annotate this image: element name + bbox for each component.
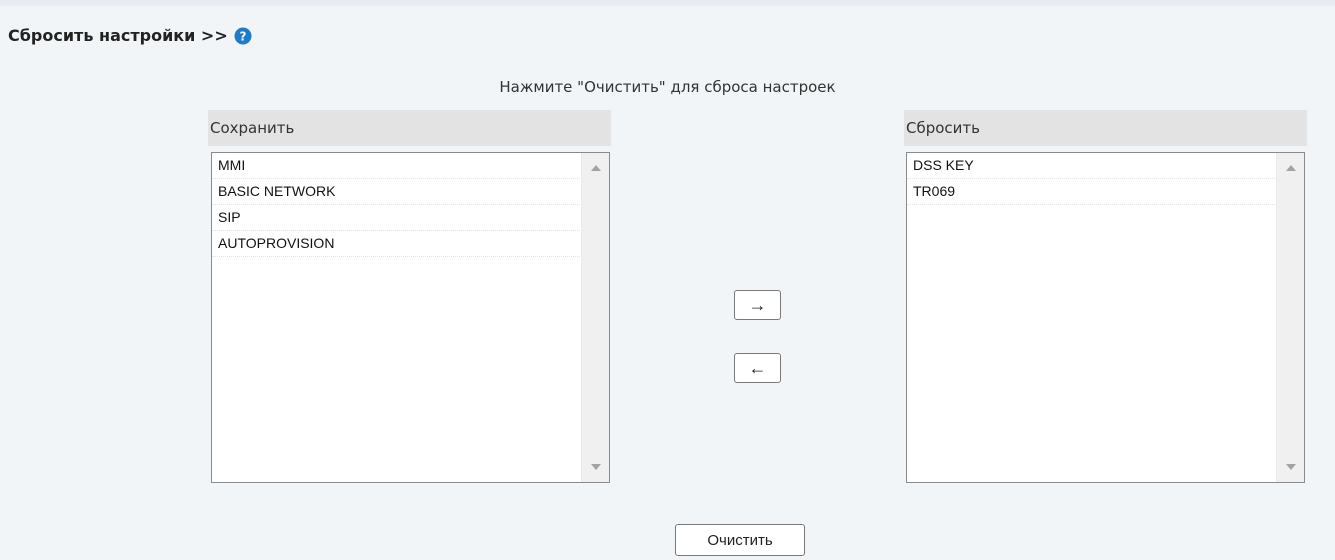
scroll-up-icon[interactable] (1285, 165, 1296, 171)
keep-list-item-basic-network[interactable]: BASIC NETWORK (212, 179, 590, 205)
reset-list-scrollbar[interactable] (1276, 153, 1304, 482)
keep-list-item-autoprovision[interactable]: AUTOPROVISION (212, 231, 590, 257)
keep-list-items: MMI BASIC NETWORK SIP AUTOPROVISION (212, 153, 590, 257)
keep-list-header: Сохранить (208, 110, 611, 146)
reset-list-item-dss-key[interactable]: DSS KEY (907, 153, 1285, 179)
svg-text:?: ? (239, 29, 246, 43)
clear-button[interactable]: Очистить (675, 524, 805, 556)
reset-settings-panel: Сбросить настройки >> ? Нажмите "Очистит… (0, 0, 1335, 560)
keep-list-item-mmi[interactable]: MMI (212, 153, 590, 179)
keep-listbox[interactable]: MMI BASIC NETWORK SIP AUTOPROVISION (211, 152, 610, 483)
reset-hint: Нажмите "Очистить" для сброса настроек (499, 78, 836, 96)
reset-list-item-tr069[interactable]: TR069 (907, 179, 1285, 205)
section-title: Сбросить настройки >> ? (8, 26, 252, 45)
keep-list-scrollbar[interactable] (581, 153, 609, 482)
move-left-button[interactable]: ← (734, 353, 781, 383)
keep-list-item-sip[interactable]: SIP (212, 205, 590, 231)
move-right-button[interactable]: → (734, 290, 781, 320)
reset-listbox[interactable]: DSS KEY TR069 (906, 152, 1305, 483)
section-title-text: Сбросить настройки >> (8, 26, 228, 45)
scroll-up-icon[interactable] (590, 165, 601, 171)
reset-list-header: Сбросить (904, 110, 1307, 146)
help-icon[interactable]: ? (234, 27, 252, 45)
reset-list-items: DSS KEY TR069 (907, 153, 1285, 205)
scroll-down-icon[interactable] (1285, 464, 1296, 470)
scroll-down-icon[interactable] (590, 464, 601, 470)
